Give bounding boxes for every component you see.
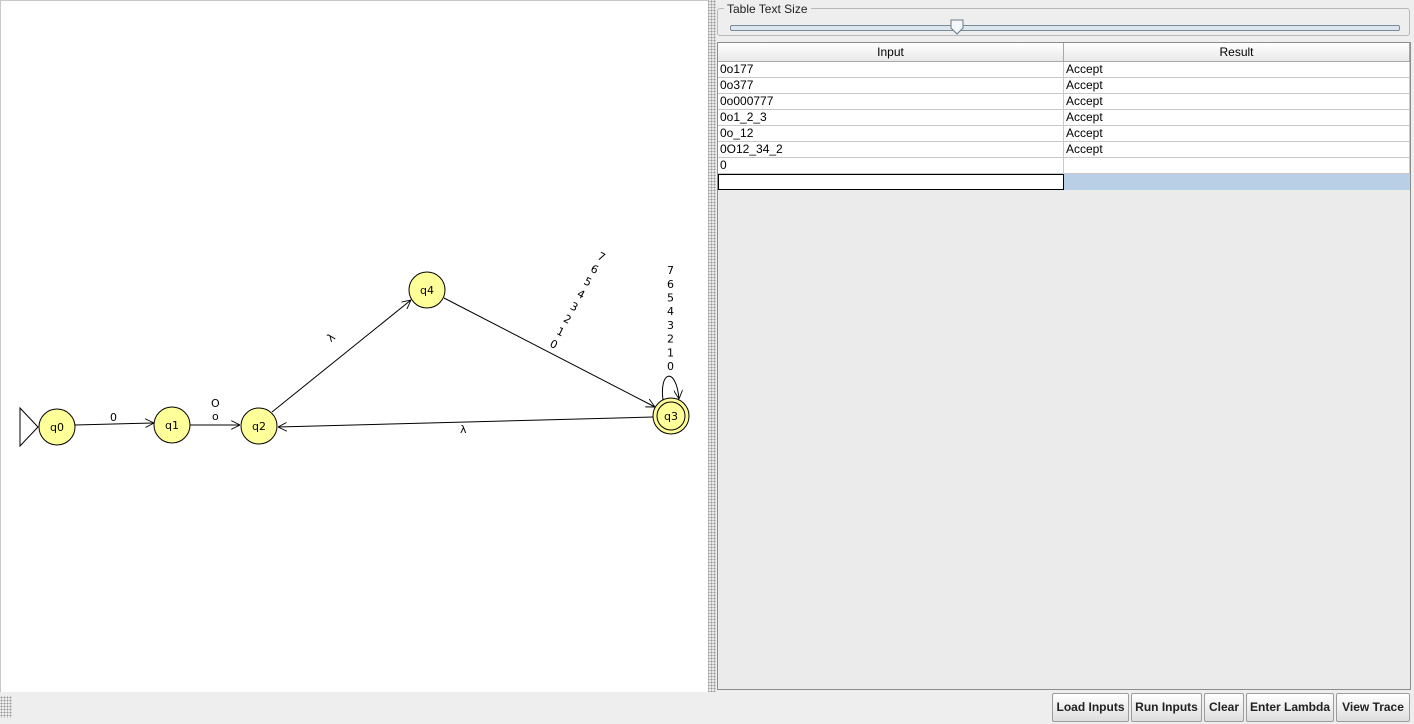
clear-button[interactable]: Clear xyxy=(1204,693,1244,722)
transition-symbol: 1 xyxy=(667,346,674,359)
bottom-toolbar: Load Inputs Run Inputs Clear Enter Lambd… xyxy=(0,692,1414,724)
transition-symbol: 3 xyxy=(568,300,580,315)
table-row[interactable]: 0 xyxy=(718,158,1410,174)
result-cell: Accept xyxy=(1064,126,1410,142)
transition-symbol: 0 xyxy=(548,337,560,352)
result-cell-selected xyxy=(1064,174,1410,190)
initial-state-marker xyxy=(19,406,39,448)
text-size-slider-thumb[interactable] xyxy=(950,19,964,35)
input-cell[interactable]: 0o000777 xyxy=(718,94,1064,110)
result-cell xyxy=(1064,158,1410,174)
label-q1-q2-b: o xyxy=(212,410,219,423)
label-q1-q2-a: O xyxy=(211,397,220,410)
transition-symbol: 2 xyxy=(561,312,573,327)
input-cell[interactable]: 0 xyxy=(718,158,1064,174)
table-row[interactable]: 0o000777 Accept xyxy=(718,94,1410,110)
result-cell: Accept xyxy=(1064,78,1410,94)
state-label: q1 xyxy=(165,419,179,432)
state-label: q3 xyxy=(664,410,678,423)
input-cell[interactable]: 0O12_34_2 xyxy=(718,142,1064,158)
transition-symbol: 7 xyxy=(667,264,674,277)
state-q3-final[interactable]: q3 xyxy=(652,397,690,435)
transition-symbol: 6 xyxy=(667,278,674,291)
input-cell[interactable]: 0o1_2_3 xyxy=(718,110,1064,126)
transition-symbol: 5 xyxy=(667,292,674,305)
transition-q3-q3-loop[interactable] xyxy=(661,375,679,401)
input-table[interactable]: Input Result 0o177 Accept 0o377 Accept 0o000… xyxy=(717,42,1411,690)
table-row-editing[interactable] xyxy=(718,174,1410,190)
view-trace-button[interactable]: View Trace xyxy=(1336,693,1410,722)
table-row[interactable]: 0O12_34_2 Accept xyxy=(718,142,1410,158)
resize-grip[interactable] xyxy=(0,696,12,718)
state-label: q2 xyxy=(252,420,266,433)
transition-symbol: 0 xyxy=(667,360,674,373)
state-q2[interactable]: q2 xyxy=(240,407,278,445)
split-pane-divider[interactable] xyxy=(708,0,716,692)
table-row[interactable]: 0o177 Accept xyxy=(718,62,1410,78)
input-panel: Table Text Size Input Result 0o177 Accept… xyxy=(716,0,1414,692)
state-q4[interactable]: q4 xyxy=(408,271,446,309)
enter-lambda-button[interactable]: Enter Lambda xyxy=(1246,693,1334,722)
input-cell[interactable]: 0o177 xyxy=(718,62,1064,78)
input-cell[interactable]: 0o_12 xyxy=(718,126,1064,142)
result-cell: Accept xyxy=(1064,62,1410,78)
text-size-slider-track[interactable] xyxy=(730,25,1400,31)
labels-q3-loop: 01234567 xyxy=(667,264,674,373)
transition-symbol: 5 xyxy=(582,275,594,290)
automaton-diagram[interactable]: 0 O o λ λ 01234567 01234567 q0 q1 q2 q4 … xyxy=(1,1,709,693)
transition-symbol: 4 xyxy=(667,305,674,318)
transition-symbol: 2 xyxy=(667,333,674,346)
label-q0-q1: 0 xyxy=(110,411,117,424)
column-header-input[interactable]: Input xyxy=(718,43,1064,62)
input-cell[interactable]: 0o377 xyxy=(718,78,1064,94)
run-inputs-button[interactable]: Run Inputs xyxy=(1131,693,1202,722)
table-row[interactable]: 0o377 Accept xyxy=(718,78,1410,94)
state-label: q4 xyxy=(420,284,434,297)
transition-symbol: 4 xyxy=(575,287,587,302)
slider-title: Table Text Size xyxy=(724,2,811,16)
label-q3-q2: λ xyxy=(460,423,467,436)
table-text-size-group: Table Text Size xyxy=(717,2,1410,36)
table-row[interactable]: 0o1_2_3 Accept xyxy=(718,110,1410,126)
transition-symbol: 6 xyxy=(588,262,600,277)
transition-symbol: 3 xyxy=(667,319,674,332)
state-q1[interactable]: q1 xyxy=(153,406,191,444)
labels-q4-q3: 01234567 xyxy=(548,250,608,352)
result-cell: Accept xyxy=(1064,142,1410,158)
label-q2-q4: λ xyxy=(325,330,339,345)
load-inputs-button[interactable]: Load Inputs xyxy=(1052,693,1129,722)
input-cell-editor[interactable] xyxy=(718,174,1064,190)
transition-q2-q4[interactable] xyxy=(271,300,411,413)
state-q0[interactable]: q0 xyxy=(38,408,76,446)
result-cell: Accept xyxy=(1064,110,1410,126)
column-header-result[interactable]: Result xyxy=(1064,43,1410,62)
automaton-canvas[interactable]: 0 O o λ λ 01234567 01234567 q0 q1 q2 q4 … xyxy=(0,0,708,692)
transition-symbol: 7 xyxy=(595,250,607,265)
result-cell: Accept xyxy=(1064,94,1410,110)
transition-q4-q3[interactable] xyxy=(443,297,655,407)
transition-symbol: 1 xyxy=(554,325,566,340)
table-row[interactable]: 0o_12 Accept xyxy=(718,126,1410,142)
state-label: q0 xyxy=(50,421,64,434)
